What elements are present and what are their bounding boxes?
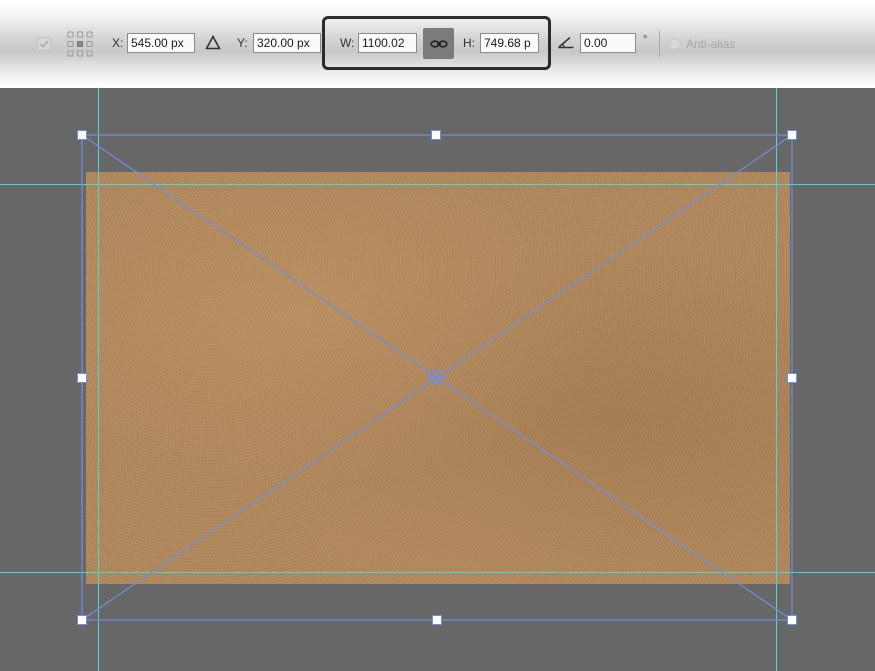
triangle-delta-icon[interactable] — [205, 34, 221, 55]
y-label: Y: — [237, 36, 248, 50]
height-field[interactable]: 749.68 p — [480, 33, 539, 53]
x-position-field[interactable]: 545.00 px — [127, 33, 195, 53]
anti-alias-checkbox[interactable] — [669, 38, 681, 50]
degree-symbol: ° — [643, 34, 648, 46]
commit-transform-checkbox[interactable] — [37, 37, 51, 51]
w-label: W: — [340, 36, 355, 50]
transform-options-bar: X: 545.00 px Y: 320.00 px W: 1100.02 H: … — [0, 0, 875, 88]
width-field[interactable]: 1100.02 — [358, 33, 417, 53]
toolbar-divider — [659, 31, 660, 57]
rotation-field[interactable]: 0.00 — [580, 33, 636, 53]
app-window: X: 545.00 px Y: 320.00 px W: 1100.02 H: … — [0, 0, 875, 671]
reference-point-grid-icon[interactable] — [67, 31, 93, 57]
h-label: H: — [463, 36, 475, 50]
checkmark-icon — [39, 40, 49, 48]
x-label: X: — [112, 36, 124, 50]
maintain-aspect-ratio-button[interactable] — [423, 28, 454, 59]
angle-icon — [557, 35, 575, 54]
kraft-paper-layer[interactable] — [86, 172, 790, 584]
anti-alias-label: Anti-alias — [686, 37, 736, 51]
y-position-field[interactable]: 320.00 px — [253, 33, 321, 53]
link-chain-icon — [429, 39, 448, 48]
